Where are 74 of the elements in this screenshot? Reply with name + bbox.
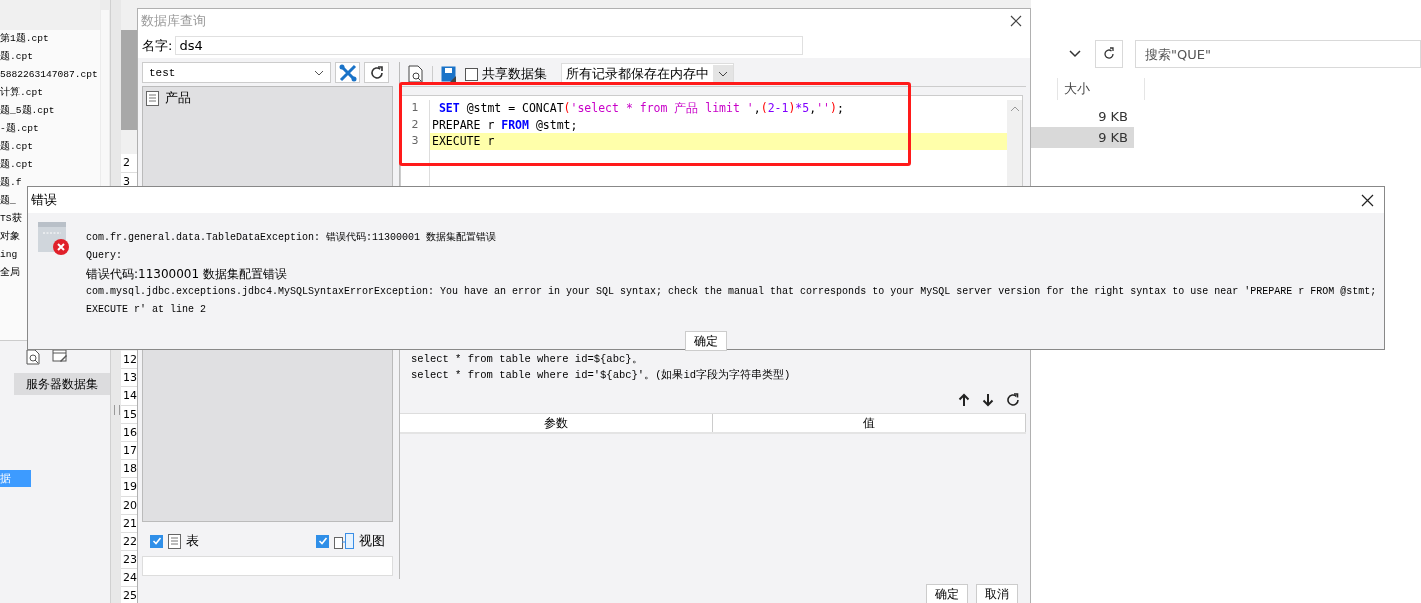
file-row[interactable]: 9 KB [1031, 127, 1134, 148]
table-item[interactable]: 产品 [143, 87, 194, 109]
hint-text: select * from table where id='${abc}'。(如果id字段为字符串类型) [411, 368, 791, 383]
hint-text: select * from table where id=${abc}。 [411, 352, 643, 367]
file-name[interactable]: 全局 [0, 264, 20, 282]
file-row[interactable]: 9 KB [1031, 106, 1134, 127]
close-button[interactable] [1008, 13, 1024, 29]
refresh-icon [1102, 47, 1116, 61]
settings-button[interactable] [335, 62, 360, 83]
chevron-down-icon[interactable] [1069, 50, 1081, 58]
refresh-button[interactable] [1095, 40, 1123, 68]
caret-icon [314, 69, 324, 76]
checkbox-label: 共享数据集 [482, 65, 547, 83]
line-number: 2 [410, 116, 420, 133]
checkbox[interactable] [465, 67, 478, 81]
checkbox[interactable] [150, 534, 163, 548]
splitter-handle[interactable] [114, 405, 120, 415]
edit-table-icon[interactable] [52, 349, 68, 363]
view-icon [334, 533, 354, 549]
file-name[interactable]: 题.cpt [0, 48, 34, 66]
caret-icon [718, 71, 728, 77]
file-name[interactable]: 题_ [0, 192, 16, 210]
search-document-icon[interactable] [26, 349, 40, 365]
refresh-icon[interactable] [1006, 393, 1020, 407]
error-message: Query: [86, 249, 122, 263]
error-message: com.mysql.jdbc.exceptions.jdbc4.MySQLSyntaxErrorException: You have an error in your SQL syntax; check the manual that corresponds to your MySQL server version for the right syntax to use near 'PREPARE r FROM @stmt; [86, 285, 1377, 299]
refresh-icon [368, 64, 385, 81]
ok-button[interactable]: 确定 [685, 331, 727, 351]
checkbox[interactable] [316, 534, 329, 548]
table-name: 产品 [165, 89, 191, 107]
file-name[interactable]: 题_5题.cpt [0, 102, 55, 120]
panel-tab[interactable]: 服务器数据集 [14, 373, 110, 395]
column-header[interactable]: 大小 [1057, 78, 1145, 100]
table-icon [146, 90, 159, 106]
preview-icon[interactable] [408, 65, 424, 83]
file-name[interactable]: 对象 [0, 228, 20, 246]
refresh-button[interactable] [364, 62, 389, 83]
search-field[interactable]: 搜索"QUE" [1135, 40, 1421, 68]
search-field[interactable] [142, 556, 393, 576]
file-name[interactable]: 计算.cpt [0, 84, 44, 102]
code-line: SET @stmt = CONCAT('select * from 产品 limit ',(2-1)*5,''); [437, 100, 845, 117]
window-title: 数据库查询 [141, 12, 206, 30]
filter-label: 表 [186, 532, 199, 550]
line-number: 3 [410, 133, 420, 149]
storage-dropdown[interactable]: 所有记录都保存在内存中 [561, 63, 734, 85]
line-number: 1 [410, 100, 420, 116]
file-name[interactable]: 题.cpt [0, 156, 34, 174]
connection-dropdown[interactable]: test [142, 62, 331, 83]
file-name[interactable]: TS获 [0, 210, 22, 228]
arrow-up-icon[interactable] [958, 393, 970, 407]
file-name[interactable]: 5882263147087.cpt [0, 66, 98, 84]
file-name[interactable]: ing [0, 246, 18, 264]
file-name[interactable]: 第1题.cpt [0, 30, 49, 48]
file-size: 9 KB [1098, 109, 1128, 124]
dialog-button[interactable]: 确定 [926, 584, 968, 603]
file-size: 9 KB [1098, 130, 1128, 145]
save-icon[interactable] [441, 65, 457, 83]
code-line: PREPARE r FROM @stmt; [431, 116, 579, 133]
name-field[interactable]: ds4 [175, 36, 804, 55]
arrow-down-icon[interactable] [982, 393, 994, 407]
dialog-button[interactable]: 取消 [976, 584, 1018, 603]
error-message: com.fr.general.data.TableDataException: 错误代码:11300001 数据集配置错误 [86, 231, 497, 245]
error-message: EXECUTE r' at line 2 [86, 303, 207, 317]
column-header: 参数 [400, 414, 713, 432]
column-header: 值 [713, 414, 1026, 432]
error-icon [38, 222, 70, 256]
window-title: 错误 [31, 191, 57, 209]
name-label: 名字: [142, 36, 173, 55]
file-name[interactable]: 题.f [0, 174, 22, 192]
table-icon [168, 533, 181, 549]
file-name[interactable]: -题.cpt [0, 120, 39, 138]
filter-label: 视图 [359, 532, 385, 550]
error-message: 错误代码:11300001 数据集配置错误 [86, 266, 287, 283]
file-name[interactable]: 题.cpt [0, 138, 34, 156]
